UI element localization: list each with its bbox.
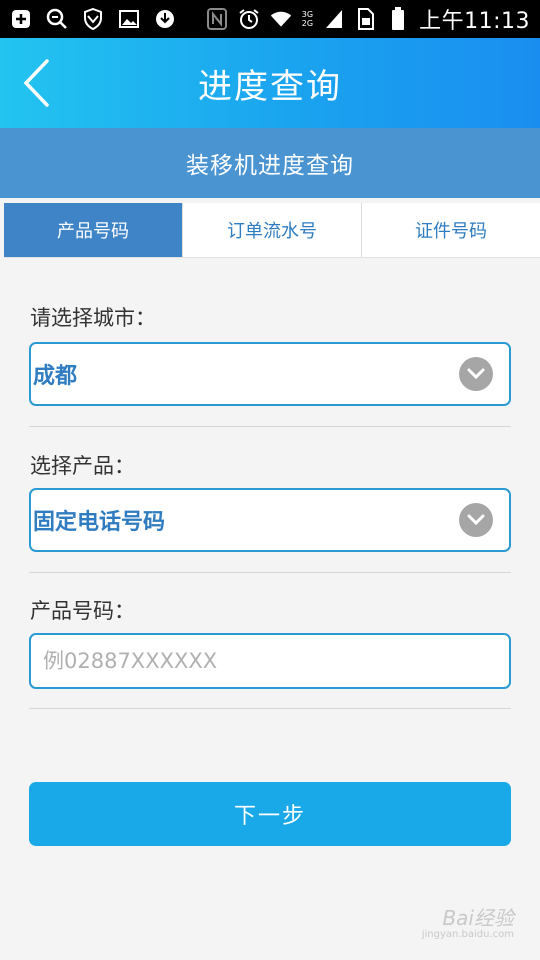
chevron-down-icon [459,357,493,391]
battery-icon [387,7,409,30]
alarm-icon [238,8,260,30]
search-icon [46,8,68,30]
chevron-left-icon [23,59,49,107]
divider [29,426,511,427]
section-banner: 装移机进度查询 [0,128,540,198]
sim-icon [355,8,377,30]
nfc-icon [206,8,228,30]
number-label: 产品号码： [30,599,135,623]
tab-product-number[interactable]: 产品号码 [4,203,183,257]
status-bar: 3G 2G 上午11:13 [0,0,540,38]
plus-notification-icon [10,8,32,30]
product-number-input[interactable] [29,633,511,689]
watermark-url: jingyan.baidu.com [421,929,514,940]
status-time: 上午11:13 [419,9,530,34]
tab-order-serial[interactable]: 订单流水号 [183,203,362,257]
network-type-label: 3G 2G [301,10,314,28]
watermark-text: Bai经验 [442,906,514,930]
section-title: 装移机进度查询 [186,153,354,179]
back-button[interactable] [14,56,58,110]
city-label: 请选择城市： [30,306,156,330]
page-title: 进度查询 [198,66,342,107]
shield-icon [82,8,104,30]
product-select-value: 固定电话号码 [33,510,166,535]
product-label: 选择产品： [30,454,135,478]
divider [29,708,511,709]
product-select[interactable]: 固定电话号码 [29,488,511,552]
city-select[interactable]: 成都 [29,342,511,406]
app-header: 进度查询 [0,38,540,128]
chevron-down-icon [459,503,493,537]
query-type-tabs: 产品号码 订单流水号 证件号码 [4,203,540,258]
wifi-icon [270,8,292,30]
city-select-value: 成都 [33,364,78,389]
next-step-button[interactable]: 下一步 [29,782,511,846]
divider [29,572,511,573]
baidu-jingyan-watermark: Bai经验 jingyan.baidu.com [422,902,514,940]
image-icon [118,8,140,30]
signal-icon [323,8,345,30]
tab-id-number[interactable]: 证件号码 [362,203,540,257]
download-icon [154,8,176,30]
